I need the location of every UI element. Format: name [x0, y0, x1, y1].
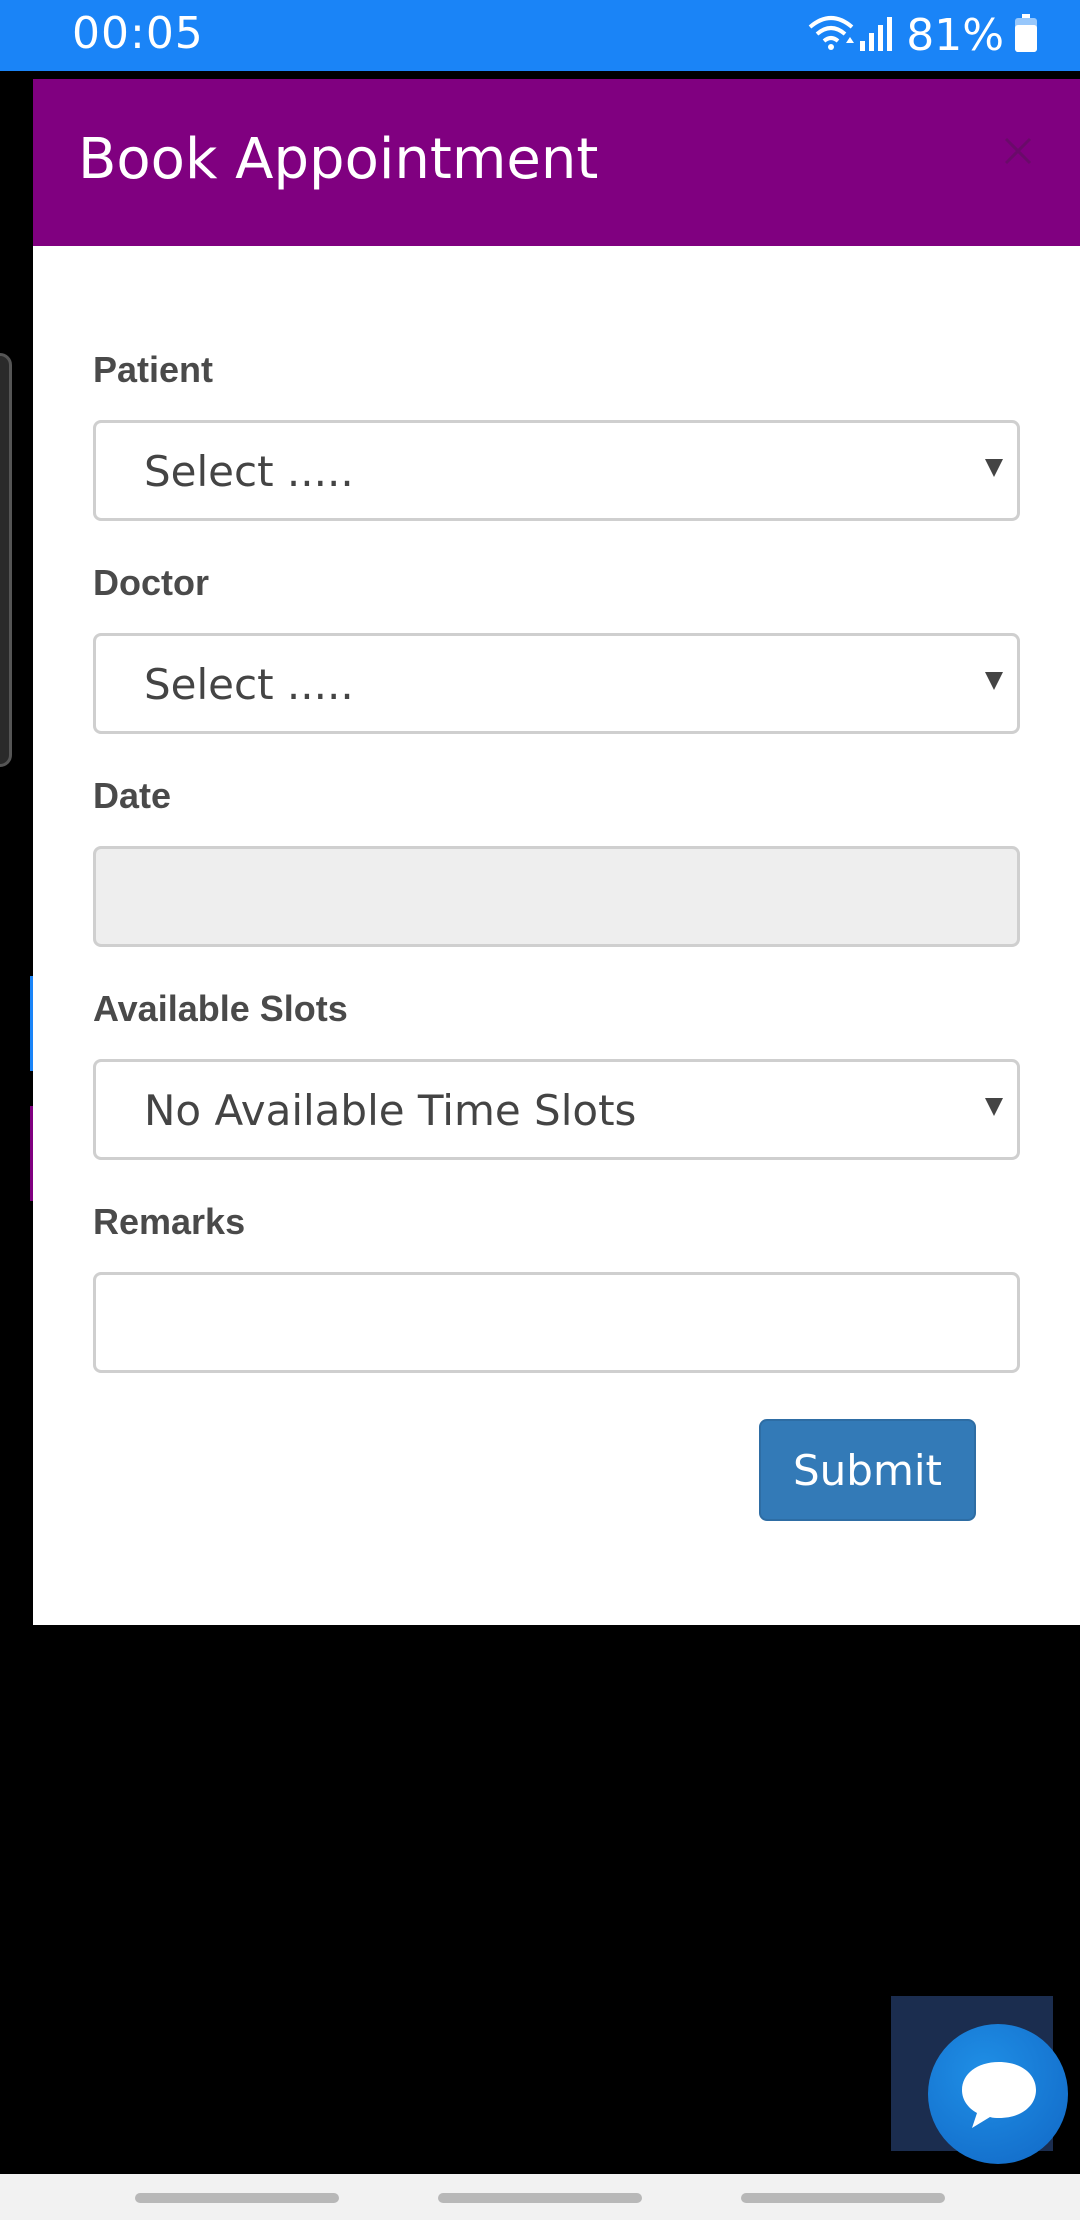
chat-bubble-icon — [962, 2062, 1036, 2128]
modal-title: Book Appointment — [78, 127, 599, 192]
available-slots-value: No Available Time Slots — [144, 1086, 637, 1135]
doctor-select-value: Select ..... — [144, 660, 354, 709]
doctor-select[interactable]: Select ..... — [93, 633, 1020, 734]
patient-label: Patient — [93, 349, 214, 390]
chevron-down-icon — [985, 1098, 1003, 1116]
date-field[interactable] — [93, 846, 1020, 947]
status-time: 00:05 — [72, 8, 204, 59]
battery-icon — [1014, 13, 1038, 58]
system-nav-bar — [0, 2174, 1080, 2220]
nav-home-button[interactable] — [438, 2193, 642, 2203]
wifi-icon — [806, 13, 856, 58]
chevron-down-icon — [985, 459, 1003, 477]
status-icons: 81% — [806, 9, 1038, 61]
signal-icon — [856, 13, 896, 58]
modal-header: Book Appointment — [33, 79, 1080, 246]
close-icon — [1004, 137, 1032, 165]
close-button[interactable] — [998, 131, 1038, 171]
available-slots-select[interactable]: No Available Time Slots — [93, 1059, 1020, 1160]
chevron-down-icon — [985, 672, 1003, 690]
patient-select-value: Select ..... — [144, 447, 354, 496]
remarks-label: Remarks — [93, 1201, 246, 1242]
status-bar: 00:05 81% — [0, 0, 1080, 71]
date-label: Date — [93, 775, 172, 816]
battery-percent: 81% — [906, 9, 1004, 61]
background-scroll-handle — [0, 353, 12, 767]
remarks-field[interactable] — [93, 1272, 1020, 1373]
available-slots-label: Available Slots — [93, 988, 348, 1029]
nav-back-button[interactable] — [741, 2193, 945, 2203]
background-page — [0, 71, 34, 1631]
patient-select[interactable]: Select ..... — [93, 420, 1020, 521]
nav-recent-button[interactable] — [135, 2193, 339, 2203]
doctor-label: Doctor — [93, 562, 209, 603]
submit-button[interactable]: Submit — [759, 1419, 976, 1521]
chat-button[interactable] — [928, 2024, 1068, 2164]
book-appointment-modal: Book Appointment Patient Select ..... Do… — [33, 79, 1080, 1625]
